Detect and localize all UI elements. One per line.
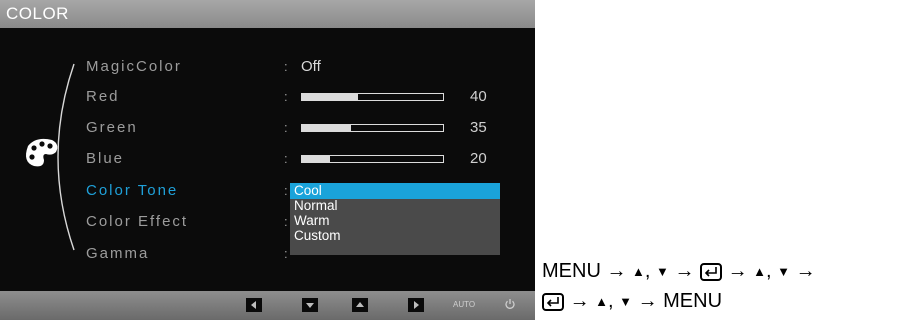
menu-item-gamma[interactable]: Gamma <box>86 245 149 262</box>
separator-colon: : <box>284 120 288 135</box>
arrow-glyph: → <box>606 260 627 282</box>
arrow-glyph: → <box>569 290 590 312</box>
green-slider[interactable] <box>301 124 444 132</box>
green-value: 35 <box>470 119 487 136</box>
enter-key-icon <box>700 262 723 281</box>
up-triangle-icon: ▲ <box>595 294 608 310</box>
down-triangle-icon: ▼ <box>656 264 669 280</box>
osd-window: COLOR MagicColor Red Green Blue Color To… <box>0 0 535 320</box>
down-arrow-button[interactable] <box>302 298 318 312</box>
blue-value: 20 <box>470 150 487 167</box>
arrow-glyph: → <box>795 260 816 282</box>
arrow-glyph: → <box>637 290 658 312</box>
magiccolor-value: Off <box>301 58 321 75</box>
menu-item-red[interactable]: Red <box>86 88 120 105</box>
control-bar: AUTO <box>0 291 535 320</box>
dropdown-option-label: Custom <box>294 228 341 243</box>
up-arrow-button[interactable] <box>352 298 368 312</box>
menu-item-magiccolor[interactable]: MagicColor <box>86 58 182 75</box>
arrow-glyph: → <box>727 260 748 282</box>
instruction-line-2: → ▲, ▼ → MENU <box>542 290 722 313</box>
instruction-line-1: MENU → ▲, ▼ → → ▲, ▼ → <box>542 260 816 283</box>
blue-slider-fill <box>302 156 331 162</box>
power-icon[interactable] <box>504 298 516 310</box>
red-slider[interactable] <box>301 93 444 101</box>
green-slider-fill <box>302 125 352 131</box>
menu-item-blue[interactable]: Blue <box>86 150 124 167</box>
red-value: 40 <box>470 88 487 105</box>
left-arrow-icon <box>251 301 256 309</box>
menu-item-green[interactable]: Green <box>86 119 138 136</box>
dropdown-option-warm[interactable]: Warm <box>290 213 500 229</box>
arrow-glyph: → <box>674 260 695 282</box>
separator-colon: : <box>284 89 288 104</box>
separator-colon: : <box>284 246 288 261</box>
separator-colon: : <box>284 151 288 166</box>
dropdown-option-cool[interactable]: Cool <box>290 183 500 199</box>
comma: , <box>608 290 614 312</box>
up-triangle-icon: ▲ <box>753 264 767 280</box>
right-arrow-icon <box>414 301 419 309</box>
enter-key-icon <box>542 292 564 311</box>
menu-item-color-effect[interactable]: Color Effect <box>86 213 188 230</box>
dropdown-option-custom[interactable]: Custom <box>290 228 500 244</box>
comma: , <box>766 260 772 282</box>
dropdown-option-normal[interactable]: Normal <box>290 198 500 214</box>
down-triangle-icon: ▼ <box>619 294 632 310</box>
down-triangle-icon: ▼ <box>777 264 791 280</box>
red-slider-fill <box>302 94 359 100</box>
dropdown-option-label: Warm <box>294 213 330 228</box>
right-arrow-button[interactable] <box>408 298 424 312</box>
osd-title-bar: COLOR <box>0 0 535 28</box>
up-arrow-icon <box>356 302 364 307</box>
blue-slider[interactable] <box>301 155 444 163</box>
dropdown-option-label: Cool <box>294 183 322 198</box>
color-palette-icon <box>26 138 58 167</box>
dropdown-option-label: Normal <box>294 198 338 213</box>
separator-colon: : <box>284 59 288 74</box>
comma: , <box>644 260 651 282</box>
left-arrow-button[interactable] <box>246 298 262 312</box>
up-triangle-icon: ▲ <box>632 264 645 280</box>
separator-colon: : <box>284 183 288 198</box>
menu-key-label: MENU <box>542 260 601 282</box>
menu-item-color-tone[interactable]: Color Tone <box>86 182 178 199</box>
menu-key-label: MENU <box>663 290 723 312</box>
osd-title: COLOR <box>6 4 69 23</box>
separator-colon: : <box>284 214 288 229</box>
auto-button[interactable]: AUTO <box>453 300 475 309</box>
color-tone-dropdown[interactable]: Cool Normal Warm Custom <box>290 183 500 255</box>
down-arrow-icon <box>306 303 314 308</box>
